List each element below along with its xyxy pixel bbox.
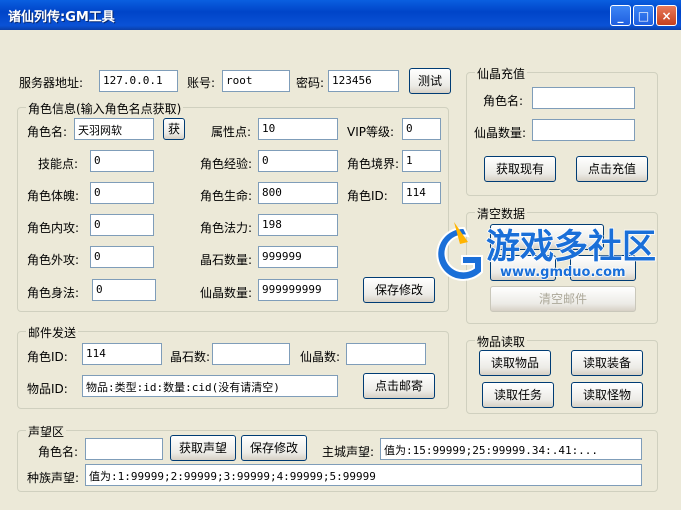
body-label: 角色身法: <box>27 286 80 300</box>
outer-atk-label: 角色外攻: <box>27 253 80 267</box>
jade-input[interactable]: 999999999 <box>258 279 338 301</box>
read-equipment-button[interactable]: 读取装备 <box>571 350 643 376</box>
password-input[interactable]: 123456 <box>328 70 399 92</box>
read-monsters-button[interactable]: 读取怪物 <box>571 382 643 408</box>
race-reputation-input[interactable]: 值为:1:99999;2:99999;3:99999;4:99999;5:999… <box>85 464 642 486</box>
recharge-button[interactable]: 点击充值 <box>576 156 648 182</box>
get-current-button[interactable]: 获取现有 <box>484 156 556 182</box>
vip-input[interactable]: 0 <box>402 118 441 140</box>
mail-role-id-label: 角色ID: <box>27 350 68 364</box>
skill-points-label: 技能点: <box>38 157 79 171</box>
test-button[interactable]: 测试 <box>409 68 451 94</box>
mail-group-title: 邮件发送 <box>26 324 79 341</box>
mail-crystal-input[interactable] <box>212 343 290 365</box>
window-title: 诸仙列传:GM工具 <box>8 10 115 25</box>
account-input[interactable]: root <box>222 70 290 92</box>
city-reputation-input[interactable]: 值为:15:99999;25:99999.34:.41:... <box>380 438 642 460</box>
account-label: 账号: <box>187 76 216 90</box>
inner-atk-label: 角色内攻: <box>27 221 80 235</box>
watermark-brand: 游戏多社区 <box>486 227 656 267</box>
mail-jade-input[interactable] <box>346 343 426 365</box>
vip-label: VIP等级: <box>347 125 395 139</box>
race-reputation-label: 种族声望: <box>27 471 80 485</box>
exp-label: 角色经验: <box>200 157 253 171</box>
rep-name-label: 角色名: <box>38 445 79 459</box>
get-role-button[interactable]: 获 <box>163 118 185 140</box>
watermark-url: www.gmduo.com <box>500 265 626 280</box>
recharge-name-label: 角色名: <box>483 94 524 108</box>
item-read-group-title: 物品读取 <box>475 333 528 350</box>
rep-name-input[interactable] <box>85 438 163 460</box>
send-mail-button[interactable]: 点击邮寄 <box>363 373 435 399</box>
read-items-button[interactable]: 读取物品 <box>479 350 551 376</box>
role-id-label: 角色ID: <box>347 189 388 203</box>
gm-tool-window: 诸仙列传:GM工具 _ □ × 服务器地址: 127.0.0.1 账号: roo… <box>0 0 681 510</box>
recharge-amount-input[interactable] <box>532 119 635 141</box>
gmduo-watermark: 游戏多社区 www.gmduo.com <box>436 222 657 281</box>
realm-label: 角色境界: <box>347 157 400 171</box>
skill-points-input[interactable]: 0 <box>90 150 154 172</box>
maximize-button[interactable]: □ <box>633 5 654 26</box>
attr-points-input[interactable]: 10 <box>258 118 338 140</box>
crystal-input[interactable]: 999999 <box>258 246 338 268</box>
realm-input[interactable]: 1 <box>402 150 441 172</box>
get-reputation-button[interactable]: 获取声望 <box>170 435 236 461</box>
minimize-button[interactable]: _ <box>610 5 631 26</box>
mail-role-id-input[interactable]: 114 <box>82 343 162 365</box>
mana-label: 角色法力: <box>200 221 253 235</box>
mail-item-id-input[interactable]: 物品:类型:id:数量:cid(没有请清空) <box>82 375 338 397</box>
outer-atk-input[interactable]: 0 <box>90 246 154 268</box>
server-address-label: 服务器地址: <box>19 76 84 90</box>
save-reputation-button[interactable]: 保存修改 <box>241 435 307 461</box>
mail-item-id-label: 物品ID: <box>27 382 68 396</box>
recharge-group-title: 仙晶充值 <box>475 65 528 82</box>
recharge-amount-label: 仙晶数量: <box>474 126 527 140</box>
role-info-group-title: 角色信息(输入角色名点获取) <box>26 100 184 117</box>
physique-input[interactable]: 0 <box>90 182 154 204</box>
mail-jade-label: 仙晶数: <box>300 350 341 364</box>
body-input[interactable]: 0 <box>92 279 156 301</box>
mail-crystal-label: 晶石数: <box>170 350 211 364</box>
close-button[interactable]: × <box>656 5 677 26</box>
jade-label: 仙晶数量: <box>200 286 253 300</box>
reputation-group-title: 声望区 <box>26 423 67 440</box>
attr-points-label: 属性点: <box>211 125 252 139</box>
read-tasks-button[interactable]: 读取任务 <box>482 382 554 408</box>
recharge-name-input[interactable] <box>532 87 635 109</box>
gmduo-logo-icon <box>436 222 483 281</box>
server-address-input[interactable]: 127.0.0.1 <box>99 70 178 92</box>
crystal-label: 晶石数量: <box>200 253 253 267</box>
exp-input[interactable]: 0 <box>258 150 338 172</box>
city-reputation-label: 主城声望: <box>322 445 375 459</box>
title-bar[interactable]: 诸仙列传:GM工具 _ □ × <box>0 0 681 30</box>
mana-input[interactable]: 198 <box>258 214 338 236</box>
life-input[interactable]: 800 <box>258 182 338 204</box>
role-id-input[interactable]: 114 <box>402 182 441 204</box>
role-name-label: 角色名: <box>27 125 68 139</box>
physique-label: 角色体魄: <box>27 189 80 203</box>
life-label: 角色生命: <box>200 189 253 203</box>
inner-atk-input[interactable]: 0 <box>90 214 154 236</box>
password-label: 密码: <box>296 76 325 90</box>
role-name-input[interactable]: 天羽网软 <box>74 118 154 140</box>
